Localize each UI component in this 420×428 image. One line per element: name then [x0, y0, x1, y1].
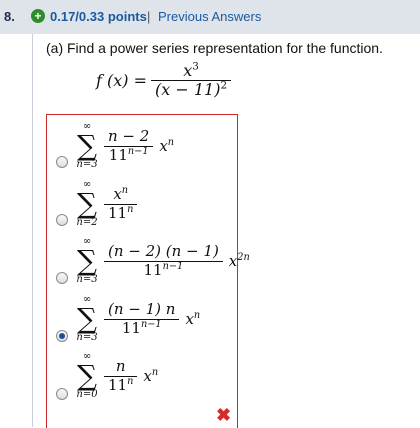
option-1-radio[interactable] — [56, 156, 68, 168]
denominator-base: 11 — [143, 260, 163, 279]
denominator-base: 11 — [108, 375, 128, 394]
numerator: x — [113, 185, 122, 204]
numerator: (n − 2) (n − 1) — [108, 242, 219, 261]
numerator: n − 2 — [108, 127, 150, 146]
sigma-icon: ∑ — [77, 244, 97, 277]
numerator: (n − 1) n — [108, 300, 176, 319]
function-numerator-exp: 3 — [192, 60, 199, 73]
function-denominator: (x − 11) — [155, 80, 221, 100]
sigma-lower: n=2 — [76, 217, 98, 228]
denominator-base: 11 — [108, 145, 128, 164]
option-4-radio[interactable] — [56, 330, 68, 342]
points-score: 0.17/0.33 points — [50, 9, 147, 24]
previous-answers-link[interactable]: Previous Answers — [158, 9, 261, 24]
sigma-lower: n=3 — [76, 274, 98, 285]
x-exponent: n — [151, 367, 159, 378]
question-prompt: (a) Find a power series representation f… — [46, 40, 383, 56]
denominator-exp: n−1 — [140, 318, 162, 330]
sigma-lower: n=3 — [76, 332, 98, 343]
x-exponent: n — [193, 310, 201, 321]
numerator: n — [115, 357, 126, 376]
denominator-exp: n−1 — [162, 260, 184, 272]
separator: | — [147, 9, 151, 24]
sigma-icon: ∑ — [77, 359, 97, 392]
plus-icon: + — [31, 9, 45, 23]
function-equation: f (x) = x3 (x − 11)2 — [96, 60, 235, 100]
x-exponent: 2n — [237, 252, 250, 263]
option-3-radio[interactable] — [56, 272, 68, 284]
x-exponent: n — [167, 137, 175, 148]
denominator-exp: n — [127, 375, 134, 387]
denominator-exp: n — [127, 203, 134, 215]
sigma-lower: n=3 — [76, 159, 98, 170]
numerator-exp: n — [121, 185, 129, 197]
denominator-base: 11 — [121, 318, 141, 337]
left-divider — [32, 34, 33, 427]
sigma-icon: ∑ — [77, 187, 97, 220]
option-5-radio[interactable] — [56, 388, 68, 400]
function-denominator-exp: 2 — [220, 80, 228, 93]
option-3-expression: ∞ ∑ n=3 (n − 2) (n − 1) 11n−1 x2n — [76, 236, 250, 285]
sigma-lower: n=0 — [76, 389, 98, 400]
option-1-expression: ∞ ∑ n=3 n − 2 11n−1 xn — [76, 121, 175, 170]
function-lhs: f (x) = — [96, 71, 148, 91]
option-5-expression: ∞ ∑ n=0 n 11n xn — [76, 351, 159, 400]
sigma-icon: ∑ — [77, 302, 97, 335]
function-numerator: x — [183, 61, 193, 80]
sigma-icon: ∑ — [77, 129, 97, 162]
incorrect-x-icon: ✖ — [216, 405, 232, 425]
option-2-expression: ∞ ∑ n=2 xn 11n — [74, 180, 141, 228]
denominator-exp: n−1 — [127, 145, 149, 157]
question-number: 8. — [4, 9, 15, 24]
option-2-radio[interactable] — [56, 214, 68, 226]
function-fraction: x3 (x − 11)2 — [151, 60, 232, 100]
denominator-base: 11 — [108, 203, 128, 222]
question-header: 8. + 0.17/0.33 points | Previous Answers — [0, 0, 420, 34]
option-4-expression: ∞ ∑ n=3 (n − 1) n 11n−1 xn — [76, 294, 201, 343]
